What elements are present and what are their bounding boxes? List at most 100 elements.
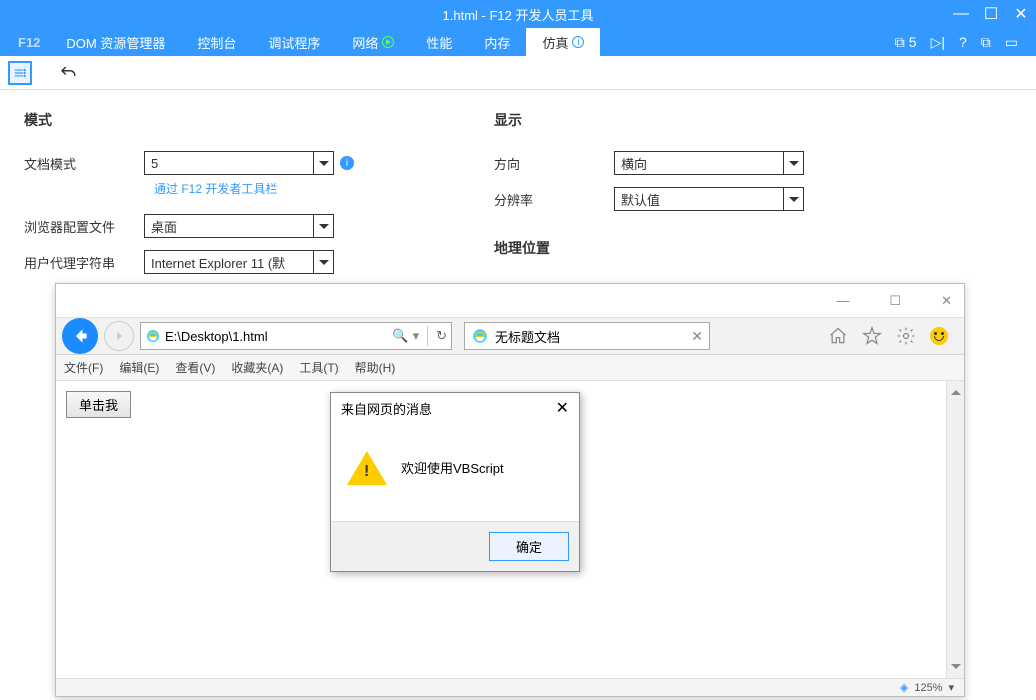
ie-logo-icon xyxy=(471,327,489,345)
scroll-down-icon[interactable] xyxy=(947,660,964,678)
maximize-icon[interactable]: ☐ xyxy=(889,293,901,309)
alert-message: 欢迎使用VBScript xyxy=(401,458,504,477)
tab-console[interactable]: 控制台 xyxy=(181,28,252,56)
tab-close-icon[interactable]: ✕ xyxy=(691,328,703,345)
ie-statusbar: ◈ 125% ▾ xyxy=(56,678,964,696)
chevron-down-icon xyxy=(783,188,803,210)
maximize-icon[interactable]: ☐ xyxy=(976,0,1006,28)
display-section-title: 显示 xyxy=(494,110,804,130)
doc-mode-label: 文档模式 xyxy=(24,154,144,173)
undo-icon[interactable] xyxy=(56,61,80,85)
mode-column: 模式 文档模式 5 i 通过 F12 开发者工具栏 浏览器配置文件 桌面 用户代… xyxy=(24,110,354,285)
tab-memory[interactable]: 内存 xyxy=(468,28,526,56)
browser-profile-label: 浏览器配置文件 xyxy=(24,217,144,236)
settings-toggle-icon[interactable] xyxy=(8,61,32,85)
back-button[interactable] xyxy=(62,318,98,354)
alert-title-text: 来自网页的消息 xyxy=(341,399,432,418)
scroll-up-icon[interactable] xyxy=(947,381,964,399)
resolution-label: 分辨率 xyxy=(494,190,614,209)
chevron-down-icon xyxy=(313,251,333,273)
tab-f12[interactable]: F12 xyxy=(8,28,50,56)
alert-dialog: 来自网页的消息 ✕ 欢迎使用VBScript 确定 xyxy=(330,392,580,572)
emulation-panel: 模式 文档模式 5 i 通过 F12 开发者工具栏 浏览器配置文件 桌面 用户代… xyxy=(0,90,1036,305)
favorites-icon[interactable] xyxy=(862,326,882,346)
alert-titlebar: 来自网页的消息 ✕ xyxy=(331,393,579,423)
address-text: E:\Desktop\1.html xyxy=(165,329,388,344)
orientation-label: 方向 xyxy=(494,154,614,173)
doc-mode-select[interactable]: 5 xyxy=(144,151,334,175)
refresh-icon[interactable]: ↻ xyxy=(436,328,447,344)
browser-tab[interactable]: 无标题文档 ✕ xyxy=(464,322,710,350)
unpin-icon[interactable]: ⧉ xyxy=(981,34,991,51)
tab-dom-explorer[interactable]: DOM 资源管理器 xyxy=(50,28,181,56)
zoom-target-icon[interactable]: ◈ xyxy=(900,681,908,694)
console-shortcut-icon[interactable]: ▷| xyxy=(931,34,945,51)
minimize-icon[interactable]: — xyxy=(836,293,849,308)
ie-titlebar: — ☐ ✕ xyxy=(56,284,964,317)
tab-performance[interactable]: 性能 xyxy=(410,28,468,56)
chevron-down-icon xyxy=(313,152,333,174)
menu-favorites[interactable]: 收藏夹(A) xyxy=(231,359,283,376)
doc-mode-hint: 通过 F12 开发者工具栏 xyxy=(24,180,354,197)
forward-button[interactable] xyxy=(104,321,134,351)
alert-close-icon[interactable]: ✕ xyxy=(556,398,569,418)
tab-network[interactable]: 网络 xyxy=(336,28,410,56)
tab-emulation-label: 仿真 xyxy=(542,33,568,52)
orientation-select[interactable]: 横向 xyxy=(614,151,804,175)
info-icon[interactable]: i xyxy=(340,156,354,170)
browser-profile-select[interactable]: 桌面 xyxy=(144,214,334,238)
tab-title: 无标题文档 xyxy=(495,327,560,346)
alert-ok-button[interactable]: 确定 xyxy=(489,532,569,561)
tab-emulation[interactable]: 仿真 i xyxy=(526,28,600,56)
ie-menubar: 文件(F) 编辑(E) 查看(V) 收藏夹(A) 工具(T) 帮助(H) xyxy=(56,355,964,381)
tab-strip: 无标题文档 ✕ xyxy=(464,322,710,350)
menu-edit[interactable]: 编辑(E) xyxy=(119,359,159,376)
dock-icon[interactable]: ▭ xyxy=(1005,34,1018,51)
menu-view[interactable]: 查看(V) xyxy=(175,359,215,376)
minimize-icon[interactable]: — xyxy=(946,0,976,28)
warning-icon xyxy=(347,431,387,485)
ie-logo-icon xyxy=(145,328,161,344)
devtools-toolbar xyxy=(0,56,1036,90)
gear-icon[interactable] xyxy=(896,326,916,346)
alert-body: 欢迎使用VBScript xyxy=(331,423,579,521)
page-click-button[interactable]: 单击我 xyxy=(66,391,131,418)
tab-debugger[interactable]: 调试程序 xyxy=(252,28,336,56)
zoom-level: 125% xyxy=(914,682,942,694)
play-icon xyxy=(382,36,394,48)
menu-file[interactable]: 文件(F) xyxy=(64,359,103,376)
address-bar[interactable]: E:\Desktop\1.html 🔍 ▾ ↻ xyxy=(140,322,452,350)
chevron-down-icon xyxy=(313,215,333,237)
mode-section-title: 模式 xyxy=(24,110,354,130)
ie-right-icons xyxy=(828,326,958,346)
ua-select[interactable]: Internet Explorer 11 (默 xyxy=(144,250,334,274)
orientation-value: 横向 xyxy=(621,154,647,173)
ua-label: 用户代理字符串 xyxy=(24,253,144,272)
feedback-icon[interactable] xyxy=(930,327,948,345)
menu-tools[interactable]: 工具(T) xyxy=(299,359,338,376)
devtools-title: 1.html - F12 开发人员工具 xyxy=(443,5,594,24)
menu-help[interactable]: 帮助(H) xyxy=(355,359,396,376)
search-icon[interactable]: 🔍 xyxy=(392,328,408,344)
browser-profile-value: 桌面 xyxy=(151,217,177,236)
help-icon[interactable]: ? xyxy=(959,34,967,50)
devtools-right-icons: ⧉ 5 ▷| ? ⧉ ▭ xyxy=(895,28,1028,56)
resolution-select[interactable]: 默认值 xyxy=(614,187,804,211)
close-icon[interactable]: ✕ xyxy=(1006,0,1036,28)
display-column: 显示 方向 横向 分辨率 默认值 地理位置 xyxy=(494,110,804,285)
devtools-tab-bar: F12 DOM 资源管理器 控制台 调试程序 网络 性能 内存 仿真 i ⧉ 5… xyxy=(0,28,1036,56)
ie-navbar: E:\Desktop\1.html 🔍 ▾ ↻ 无标题文档 ✕ xyxy=(56,317,964,355)
ua-value: Internet Explorer 11 (默 xyxy=(151,253,285,272)
home-icon[interactable] xyxy=(828,326,848,346)
close-icon[interactable]: ✕ xyxy=(941,293,952,309)
vertical-scrollbar[interactable] xyxy=(946,381,964,678)
resolution-value: 默认值 xyxy=(621,190,660,209)
geo-section-title: 地理位置 xyxy=(494,238,804,258)
devtools-window-controls: — ☐ ✕ xyxy=(946,0,1036,28)
screens-icon[interactable]: ⧉ 5 xyxy=(895,34,917,51)
doc-mode-value: 5 xyxy=(151,156,158,171)
alert-footer: 确定 xyxy=(331,521,579,571)
info-icon: i xyxy=(572,36,584,48)
zoom-dropdown-icon[interactable]: ▾ xyxy=(948,681,954,694)
devtools-titlebar: 1.html - F12 开发人员工具 — ☐ ✕ xyxy=(0,0,1036,28)
